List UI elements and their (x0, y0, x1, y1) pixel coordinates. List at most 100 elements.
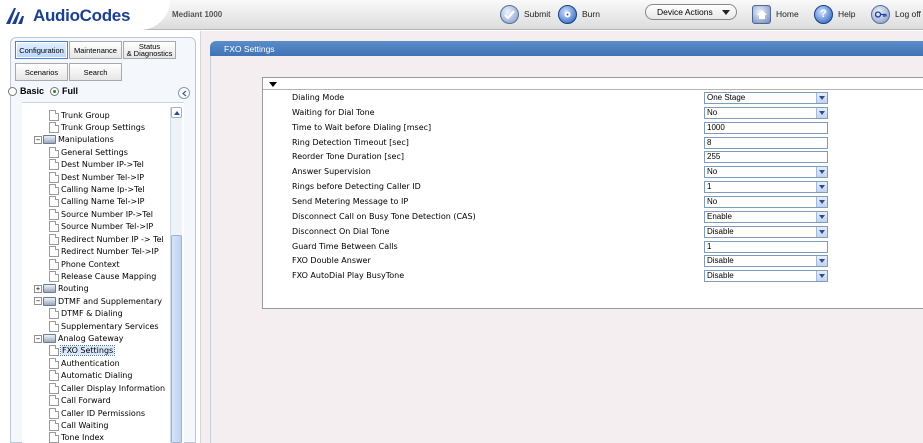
tree-item-fxo-settings[interactable]: FXO Settings (49, 345, 116, 357)
nav-tree-scrollbar[interactable] (170, 107, 182, 443)
tree-item-dtmf-and-supplementary[interactable]: − DTMF and Supplementary (34, 295, 162, 307)
page-icon (49, 395, 59, 407)
setting-select[interactable]: No (704, 166, 828, 179)
page-icon (49, 320, 59, 332)
chevron-down-icon[interactable] (816, 107, 827, 118)
tree-item-supplementary-services[interactable]: Supplementary Services (49, 320, 159, 332)
tree-item-call-forward[interactable]: Call Forward (49, 395, 111, 407)
setting-label: Disconnect On Dial Tone (292, 226, 390, 236)
scroll-up-button[interactable] (171, 107, 182, 118)
tree-item-source-number-tel-ip[interactable]: Source Number Tel->IP (49, 221, 153, 233)
chevron-down-icon[interactable] (816, 93, 827, 103)
chevron-down-icon[interactable] (816, 226, 827, 237)
tree-item-release-cause-mapping[interactable]: Release Cause Mapping (49, 270, 156, 282)
setting-select[interactable]: No (704, 106, 828, 119)
tree-item-authentication[interactable]: Authentication (49, 357, 120, 369)
folder-icon (43, 284, 56, 294)
tree-item-caller-display-information[interactable]: Caller Display Information (49, 382, 165, 394)
tree-item-label: Authentication (61, 358, 120, 368)
chevron-down-icon[interactable] (816, 211, 827, 222)
home-button[interactable]: Home (752, 3, 799, 25)
collapse-toggle-icon[interactable]: − (34, 135, 42, 144)
tree-item-label: Supplementary Services (61, 321, 159, 331)
tree-item-general-settings[interactable]: General Settings (49, 146, 128, 158)
page-icon (49, 184, 59, 196)
page-icon (49, 308, 59, 320)
setting-row-answer-supervision: Answer Supervision No (263, 165, 923, 180)
tab-configuration[interactable]: Configuration (15, 41, 68, 59)
setting-select[interactable]: Disable (704, 255, 828, 268)
device-actions-dropdown[interactable]: Device Actions (645, 4, 737, 20)
setting-select[interactable]: 1 (704, 181, 828, 194)
setting-select[interactable]: No (704, 195, 828, 208)
page-icon (49, 420, 59, 431)
collapse-toggle-icon[interactable]: − (34, 334, 42, 343)
chevron-down-icon[interactable] (816, 271, 827, 282)
chevron-down-icon[interactable] (816, 256, 827, 267)
tree-item-automatic-dialing[interactable]: Automatic Dialing (49, 370, 132, 382)
tree-item-call-waiting[interactable]: Call Waiting (49, 420, 109, 432)
chevron-down-icon[interactable] (816, 196, 827, 207)
setting-select[interactable]: Disable (704, 225, 828, 238)
collapse-toggle-icon[interactable]: − (34, 297, 42, 306)
setting-row-reorder-tone-duration-sec: Reorder Tone Duration [sec] 255 (263, 150, 923, 165)
tree-item-redirect-number-tel-ip[interactable]: Redirect Number Tel->IP (49, 246, 159, 258)
tree-item-label: DTMF and Supplementary (58, 296, 162, 306)
tree-item-label: Automatic Dialing (61, 371, 133, 381)
setting-select[interactable]: Enable (704, 210, 828, 223)
submit-button[interactable]: Submit (500, 3, 550, 25)
full-radio[interactable] (50, 86, 60, 96)
tree-item-manipulations[interactable]: − Manipulations (34, 134, 114, 146)
tree-item-source-number-ip-tel[interactable]: Source Number IP->Tel (49, 208, 153, 220)
submit-label: Submit (524, 9, 551, 19)
expand-toggle-icon[interactable]: + (34, 284, 42, 293)
setting-input[interactable]: 255 (704, 151, 828, 164)
tree-item-analog-gateway[interactable]: − Analog Gateway (34, 333, 124, 345)
scroll-thumb[interactable] (171, 235, 182, 443)
tree-item-label: Dest Number Tel->IP (61, 172, 145, 182)
burn-button[interactable]: Burn (558, 3, 600, 25)
setting-select[interactable]: One Stage (704, 92, 828, 104)
tree-item-redirect-number-ip-tel[interactable]: Redirect Number IP -> Tel (49, 233, 164, 245)
settings-table: Dialing Mode One Stage Waiting for Dial To… (262, 77, 923, 309)
chevron-down-icon (722, 10, 730, 15)
tree-item-label: Trunk Group (61, 110, 110, 120)
tab-scenarios[interactable]: Scenarios (15, 63, 68, 81)
help-button[interactable]: ? Help (814, 3, 855, 25)
tab-search[interactable]: Search (69, 63, 122, 81)
logoff-button[interactable]: Log off (871, 3, 921, 25)
tree-item-phone-context[interactable]: Phone Context (49, 258, 120, 270)
navigation-tree: Trunk Group Trunk Group Settings − Manipula… (22, 102, 184, 443)
setting-input[interactable]: 8 (704, 136, 828, 149)
tree-item-trunk-group[interactable]: Trunk Group (49, 109, 110, 121)
setting-label: Ring Detection Timeout [sec] (292, 137, 409, 147)
collapse-nav-button[interactable] (178, 87, 190, 99)
tree-item-trunk-group-settings[interactable]: Trunk Group Settings (49, 121, 145, 133)
basic-radio[interactable] (8, 86, 17, 96)
chevron-down-icon[interactable] (816, 167, 827, 178)
tree-item-label: Call Forward (61, 396, 111, 406)
tree-item-label: Analog Gateway (58, 334, 124, 344)
tab-maintenance[interactable]: Maintenance (69, 41, 122, 59)
tree-item-dest-number-tel-ip[interactable]: Dest Number Tel->IP (49, 171, 144, 183)
setting-input[interactable]: 1 (704, 240, 828, 253)
help-icon: ? (814, 4, 833, 24)
page-icon (49, 159, 59, 171)
page-icon (49, 258, 59, 270)
tree-item-calling-name-ip-tel[interactable]: Calling Name Ip->Tel (49, 184, 145, 196)
settings-group-header[interactable] (263, 78, 923, 90)
page-icon (49, 146, 59, 158)
tree-item-tone-index[interactable]: Tone Index (49, 432, 104, 443)
tree-item-dtmf-dialing[interactable]: DTMF & Dialing (49, 308, 123, 320)
setting-row-disconnect-on-dial-tone: Disconnect On Dial Tone Disable (263, 225, 923, 240)
tab-status-diagnostics[interactable]: Status & Diagnostics (123, 41, 176, 59)
setting-input[interactable]: 1000 (704, 121, 828, 134)
tree-item-caller-id-permissions[interactable]: Caller ID Permissions (49, 407, 145, 419)
setting-value: 255 (707, 152, 721, 162)
help-label: Help (838, 9, 856, 19)
chevron-down-icon[interactable] (816, 182, 827, 193)
tree-item-routing[interactable]: + Routing (34, 283, 89, 295)
tree-item-dest-number-ip-tel[interactable]: Dest Number IP->Tel (49, 159, 144, 171)
setting-select[interactable]: Disable (704, 270, 828, 283)
tree-item-calling-name-tel-ip[interactable]: Calling Name Tel->IP (49, 196, 144, 208)
